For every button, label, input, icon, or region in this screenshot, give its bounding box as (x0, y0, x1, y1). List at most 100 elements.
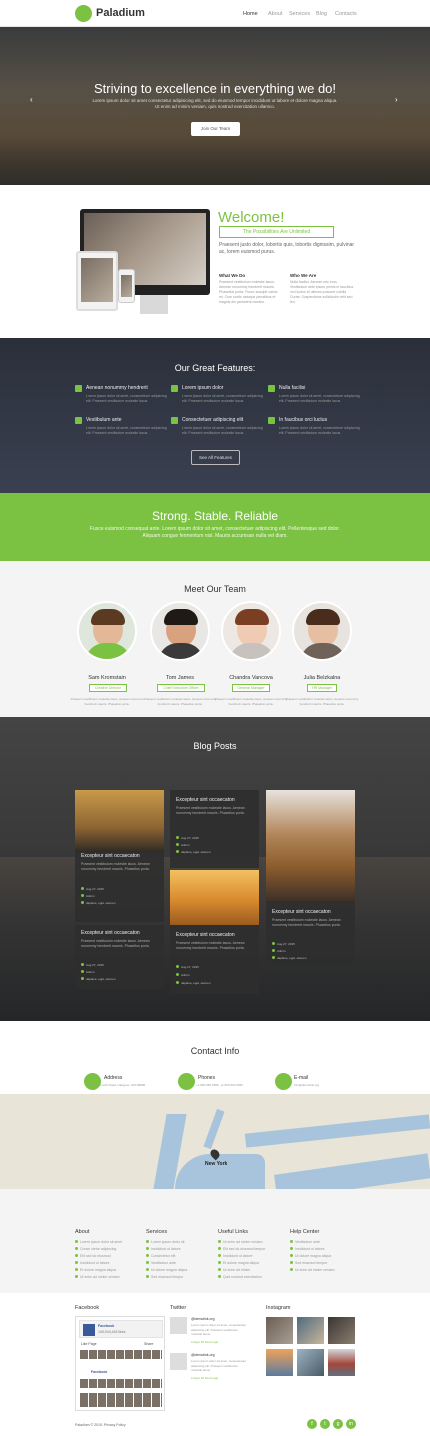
linkedin-icon[interactable]: in (346, 1419, 356, 1429)
member-bio: Praesent vestibulum molestie lacus. Aene… (214, 697, 288, 706)
instagram-photo[interactable] (328, 1317, 355, 1344)
footer-link[interactable]: Incididunt ut labore (218, 1254, 253, 1258)
member-role-badge: General Manager (232, 684, 270, 692)
footer-link[interactable]: Ut dolore magna aliqua (146, 1268, 187, 1272)
avatar[interactable] (150, 601, 210, 661)
post-excerpt: Praesent vestibulum molestie lacus. Aene… (81, 862, 150, 871)
footer-link[interactable]: Ut enim ad minim veniam (218, 1240, 262, 1244)
tweet-time: 2 days 16 hours ago (191, 1376, 219, 1380)
footer-link[interactable]: Sed eiusmod tempor (146, 1275, 183, 1279)
footer-link[interactable]: Ut enim ad minim veniam (75, 1275, 119, 1279)
member-bio: Praesent vestibulum molestie lacus. Aene… (143, 697, 217, 706)
phones-value: +1 800 559 6580, +1 800 603 6035 (196, 1083, 243, 1087)
feature-text: Lorem ipsum dolor sit amet, consectetuer… (86, 394, 167, 403)
gears-icon (171, 417, 178, 424)
footer-link[interactable]: Et dolore magna aliqua (218, 1261, 259, 1265)
post-excerpt: Praesent vestibulum molestie lacus. Aene… (81, 939, 150, 948)
footer-link[interactable]: Ut enim ad minim veniam (290, 1268, 334, 1272)
footer-link[interactable]: Incididunt ut labore (290, 1247, 325, 1251)
phones-label: Phones (198, 1075, 215, 1081)
footer-link[interactable]: Incididunt ut labore (75, 1261, 110, 1265)
feature-title: Lorem ipsum dolor (182, 385, 224, 391)
chevron-right-icon[interactable]: › (395, 95, 398, 104)
chevron-left-icon[interactable]: ‹ (30, 95, 33, 104)
logo-icon[interactable] (75, 5, 92, 22)
join-team-button[interactable]: Join Our Team (191, 122, 240, 136)
post-author: Admin (176, 973, 190, 977)
brand-name[interactable]: Paladium (96, 7, 145, 19)
footer-heading: Help Center (290, 1229, 320, 1235)
instagram-photo[interactable] (328, 1349, 355, 1376)
post-title[interactable]: Excepteur sint occaecaton (176, 932, 235, 938)
map[interactable]: New York (0, 1094, 430, 1189)
footer-link[interactable]: Elit sed do eiusmod tempor (218, 1247, 265, 1251)
blog-image (266, 790, 355, 901)
blog-section: Blog Posts Excepteur sint occaecaton Pra… (0, 717, 430, 1021)
post-title[interactable]: Excepteur sint occaecaton (176, 797, 235, 803)
fb-share-button[interactable]: Share (144, 1342, 153, 1346)
location-icon (84, 1073, 101, 1090)
post-author: Admin (176, 843, 190, 847)
fb-like-button[interactable]: Like Page (81, 1342, 97, 1346)
instagram-photo[interactable] (297, 1349, 324, 1376)
instagram-photo[interactable] (266, 1317, 293, 1344)
avatar[interactable] (77, 601, 137, 661)
facebook-icon[interactable]: f (307, 1419, 317, 1429)
google-plus-icon[interactable]: g (333, 1419, 343, 1429)
fb-post-image (80, 1393, 162, 1407)
see-all-features-button[interactable]: See All Features (191, 450, 240, 465)
footer-link[interactable]: Sed eiusmod tempor (290, 1261, 327, 1265)
welcome-badge: The Possibilities Are Unlimited (219, 226, 334, 238)
footer-link[interactable]: Vestibulum ante (290, 1240, 320, 1244)
address-value: 4917 Mammoth Road, Glasgow, G50 9BNB (87, 1083, 146, 1087)
footer-link[interactable]: Et dolore magna aliqua (75, 1268, 116, 1272)
footer-link[interactable]: Consectetur elit (146, 1254, 175, 1258)
facebook-widget[interactable]: Facebook 105,944,443 likes Like Page Sha… (75, 1316, 165, 1411)
twitter-icon[interactable]: t (320, 1419, 330, 1429)
features-title: Our Great Features: (174, 363, 256, 373)
map-water (203, 1108, 225, 1150)
post-tags: daplace, eget, elemen (272, 956, 307, 960)
blog-card[interactable]: Excepteur sint occaecaton Praesent vesti… (266, 790, 355, 966)
tweet-author[interactable]: @demolink.org (191, 1317, 215, 1321)
post-tags: daplace, eget, elemen (81, 901, 116, 905)
blog-card[interactable]: Excepteur sint occaecaton Praesent vesti… (75, 790, 164, 922)
post-title[interactable]: Excepteur sint occaecaton (81, 853, 140, 859)
monitor-stand (140, 295, 168, 314)
nav-services[interactable]: Services (289, 11, 310, 17)
footer-link[interactable]: Vestibulum ante (146, 1261, 176, 1265)
instagram-photo[interactable] (297, 1317, 324, 1344)
fb-friends-row (80, 1350, 162, 1359)
post-title[interactable]: Excepteur sint occaecaton (272, 909, 331, 915)
footer-link[interactable]: Lorem ipsum dolor sit amet (75, 1240, 122, 1244)
footer-link[interactable]: Quis nostrud exercitation (218, 1275, 262, 1279)
nav-home[interactable]: Home (243, 11, 258, 17)
blog-card[interactable]: Excepteur sint occaecaton Praesent vesti… (75, 925, 164, 989)
facebook-title: Facebook (75, 1305, 100, 1311)
fb-post-author[interactable]: Facebook (91, 1370, 107, 1374)
footer-link[interactable]: Elit sed do eiusmod (75, 1254, 111, 1258)
avatar[interactable] (221, 601, 281, 661)
nav-blog[interactable]: Blog (316, 11, 327, 17)
nav-contacts[interactable]: Contacts (335, 11, 357, 17)
avatar[interactable] (292, 601, 352, 661)
footer-link[interactable]: Lorem ipsum dolor sit (146, 1240, 184, 1244)
post-title[interactable]: Excepteur sint occaecaton (81, 930, 140, 936)
tweet-author[interactable]: @demolink.org (191, 1353, 215, 1357)
footer-link[interactable]: Ut dolore magna aliqua (290, 1254, 331, 1258)
email-label: E-mail (294, 1075, 309, 1081)
instagram-photo[interactable] (266, 1349, 293, 1376)
nav-about[interactable]: About (268, 11, 282, 17)
grid-icon (75, 385, 82, 392)
email-value[interactable]: info@demolink.org (294, 1083, 319, 1087)
footer-link[interactable]: Conse ctetur adipiscing (75, 1247, 116, 1251)
facebook-icon (83, 1324, 95, 1336)
fb-page-name[interactable]: Facebook (98, 1324, 114, 1328)
blog-card[interactable]: Excepteur sint occaecaton Praesent vesti… (170, 870, 259, 994)
blog-card[interactable]: Excepteur sint occaecaton Praesent vesti… (170, 790, 259, 868)
footer-link[interactable]: Ut enim ad minim (218, 1268, 250, 1272)
member-role-badge: Creative Director (89, 684, 127, 692)
hero-subtitle: Lorem ipsum dolor sit amet consectetur a… (92, 98, 338, 109)
feature-text: Lorem ipsum dolor sit amet, consectetuer… (279, 426, 360, 435)
footer-link[interactable]: Incididunt ut labore (146, 1247, 181, 1251)
